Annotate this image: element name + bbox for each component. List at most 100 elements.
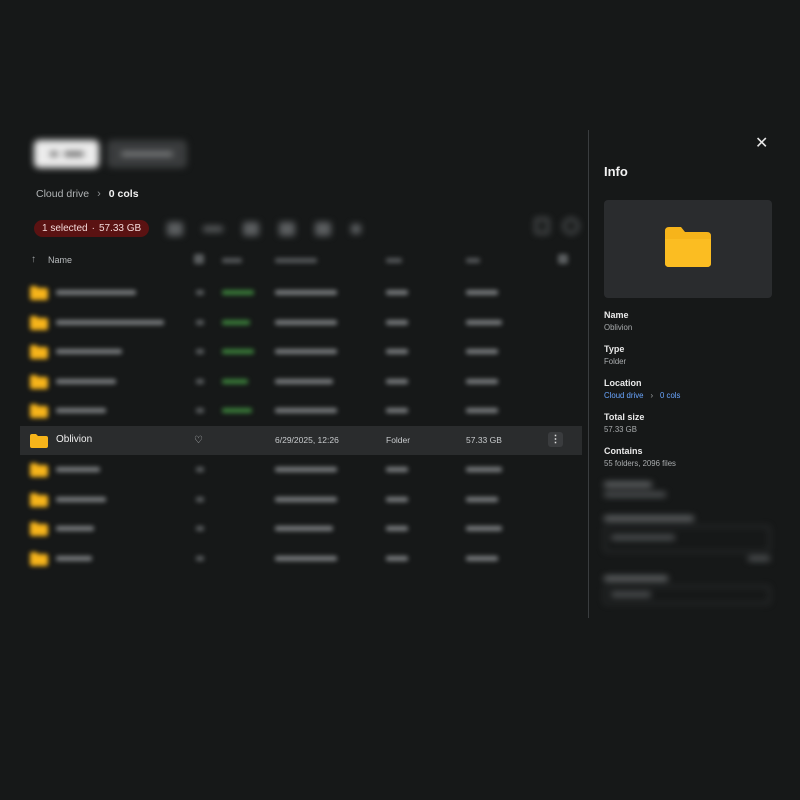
column-name[interactable]: Name bbox=[48, 255, 72, 265]
folder-icon bbox=[30, 286, 48, 300]
table-row[interactable] bbox=[20, 514, 585, 544]
view-toggles bbox=[535, 218, 579, 234]
blurred-fav bbox=[196, 349, 204, 354]
blurred-date bbox=[275, 319, 337, 325]
download-icon[interactable] bbox=[243, 221, 260, 236]
row-date: 6/29/2025, 12:26 bbox=[275, 434, 339, 445]
blurred-fav bbox=[196, 408, 204, 413]
heart-icon[interactable]: ♡ bbox=[194, 435, 203, 446]
breadcrumb-current: 0 cols bbox=[108, 188, 139, 200]
table-row[interactable] bbox=[20, 278, 585, 308]
blurred-fav bbox=[196, 319, 204, 325]
blurred-fav bbox=[196, 526, 204, 531]
move-icon[interactable] bbox=[279, 221, 296, 236]
blurred-status bbox=[222, 290, 254, 295]
trash-icon[interactable] bbox=[315, 221, 332, 236]
selection-bar: 1 selected · 57.33 GB bbox=[34, 220, 362, 237]
sort-arrow-icon[interactable]: ↑ bbox=[31, 254, 36, 265]
blurred-fav bbox=[196, 555, 204, 561]
upload-button[interactable] bbox=[107, 140, 187, 168]
blurred-name bbox=[56, 555, 92, 561]
breadcrumb: Cloud drive › 0 cols bbox=[36, 188, 139, 200]
selection-badge[interactable]: 1 selected · 57.33 GB bbox=[34, 220, 150, 237]
blurred-name bbox=[56, 378, 116, 384]
blurred-fav bbox=[196, 378, 204, 384]
row-type: Folder bbox=[386, 434, 411, 445]
blurred-size bbox=[466, 526, 502, 531]
blurred-date bbox=[275, 467, 337, 472]
blurred-fav bbox=[196, 496, 204, 502]
file-list: Oblivion ♡ 6/29/2025, 12:26 Folder 57.33… bbox=[20, 278, 585, 573]
column-header[interactable] bbox=[222, 258, 242, 263]
blurred-name bbox=[56, 319, 164, 325]
table-row[interactable] bbox=[20, 308, 585, 338]
table-row[interactable] bbox=[20, 485, 585, 515]
file-browser: Cloud drive › 0 cols 1 selected · 57.33 GB… bbox=[20, 130, 585, 580]
table-row[interactable] bbox=[20, 337, 585, 367]
folder-icon bbox=[30, 551, 48, 566]
chevron-right-icon: › bbox=[650, 391, 654, 400]
column-date[interactable] bbox=[275, 258, 317, 263]
column-size[interactable] bbox=[466, 258, 480, 263]
blurred-date bbox=[275, 408, 337, 413]
row-name: Oblivion bbox=[56, 433, 93, 445]
blurred-type bbox=[386, 408, 408, 413]
close-icon[interactable]: ✕ bbox=[755, 136, 768, 152]
blurred-date bbox=[275, 378, 333, 384]
folder-icon bbox=[665, 226, 711, 272]
folder-icon bbox=[30, 315, 48, 330]
blurred-info-field bbox=[604, 482, 674, 502]
column-options-icon[interactable] bbox=[558, 254, 568, 264]
folder-icon bbox=[30, 522, 48, 536]
blurred-size bbox=[466, 319, 502, 325]
link-icon[interactable] bbox=[203, 225, 224, 232]
settings-icon[interactable] bbox=[563, 218, 579, 234]
blurred-description-field[interactable] bbox=[604, 516, 772, 566]
table-row[interactable] bbox=[20, 367, 585, 397]
info-name: Name Oblivion bbox=[604, 310, 633, 332]
blurred-size bbox=[466, 378, 498, 384]
info-type: Type Folder bbox=[604, 344, 627, 366]
table-row[interactable] bbox=[20, 544, 585, 574]
selection-toolbar bbox=[167, 221, 362, 236]
breadcrumb-cloud-drive[interactable]: Cloud drive bbox=[36, 188, 89, 200]
blurred-date bbox=[275, 496, 337, 502]
new-button-label bbox=[63, 152, 84, 156]
table-row-selected[interactable]: Oblivion ♡ 6/29/2025, 12:26 Folder 57.33… bbox=[20, 425, 582, 455]
blurred-size bbox=[466, 496, 498, 502]
blurred-name bbox=[56, 496, 106, 502]
folder-preview bbox=[604, 200, 772, 298]
list-view-icon[interactable] bbox=[535, 218, 549, 234]
favorite-column-icon[interactable] bbox=[194, 254, 204, 264]
folder-icon bbox=[30, 433, 48, 448]
blurred-fav bbox=[196, 290, 204, 295]
blurred-size bbox=[466, 467, 502, 472]
info-total-size: Total size 57.33 GB bbox=[604, 412, 645, 434]
blurred-status bbox=[222, 378, 248, 384]
blurred-size bbox=[466, 555, 498, 561]
blurred-tags-field[interactable] bbox=[604, 576, 772, 604]
close-selection-icon[interactable] bbox=[351, 223, 362, 234]
info-title: Info bbox=[604, 164, 628, 179]
table-row[interactable] bbox=[20, 455, 585, 485]
blurred-type bbox=[386, 319, 408, 325]
blurred-name bbox=[56, 349, 122, 354]
new-button[interactable] bbox=[34, 140, 99, 168]
selection-count: 1 selected bbox=[42, 223, 88, 234]
blurred-type bbox=[386, 555, 408, 561]
location-link-cloud-drive[interactable]: Cloud drive bbox=[604, 391, 643, 400]
table-row[interactable] bbox=[20, 396, 585, 426]
share-icon[interactable] bbox=[167, 221, 184, 236]
blurred-status bbox=[222, 408, 252, 413]
panel-divider bbox=[588, 130, 589, 618]
blurred-size bbox=[466, 349, 498, 354]
location-link-current[interactable]: 0 cols bbox=[660, 391, 680, 400]
blurred-name bbox=[56, 467, 100, 472]
more-options-icon[interactable]: ⋮ bbox=[548, 431, 563, 447]
column-type[interactable] bbox=[386, 258, 402, 263]
blurred-type bbox=[386, 526, 408, 531]
blurred-name bbox=[56, 408, 106, 413]
info-contains: Contains 55 folders, 2096 files bbox=[604, 446, 676, 468]
blurred-type bbox=[386, 378, 408, 384]
blurred-name bbox=[56, 290, 136, 295]
